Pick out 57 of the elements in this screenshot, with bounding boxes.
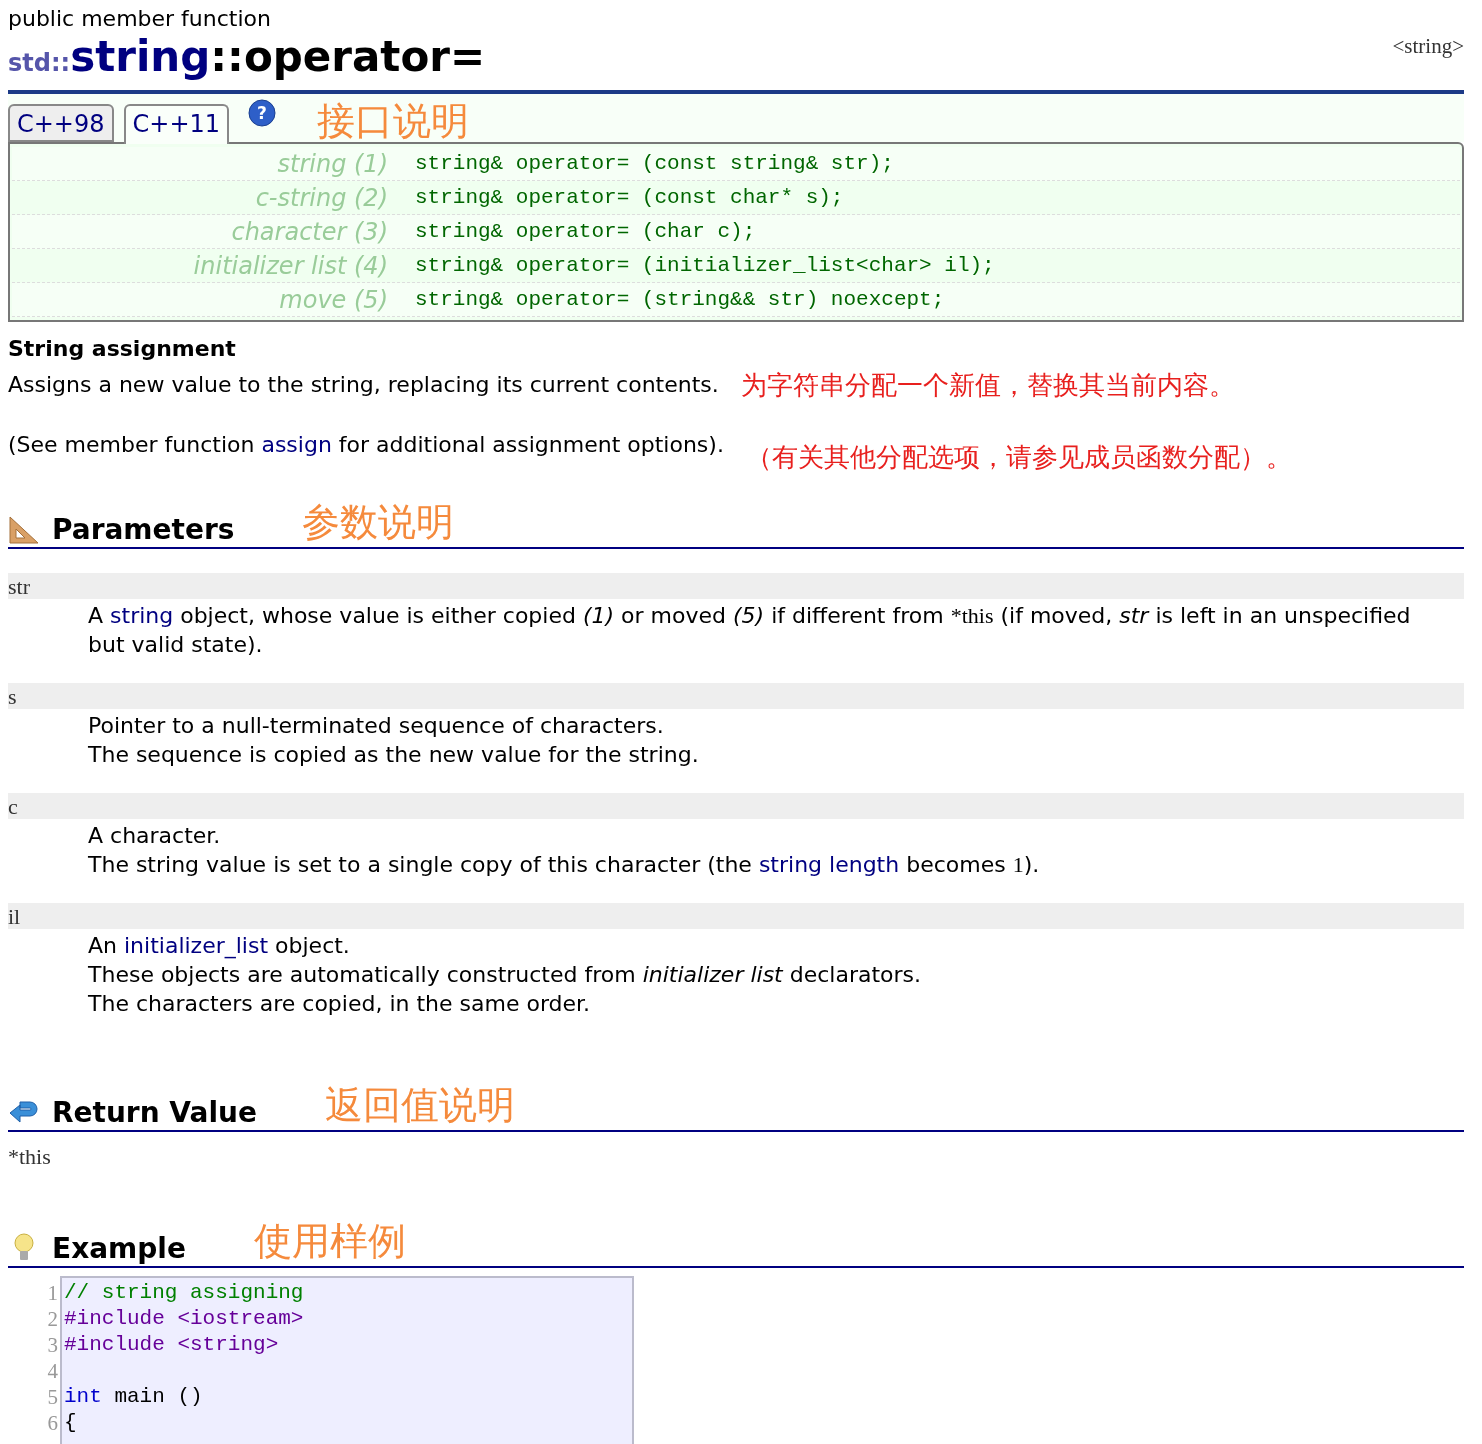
parameter-description: The string value is set to a single copy of this character (the string length becomes 1). [88,851,1041,879]
translation-text: 为字符串分配一个新值，替换其当前内容。 [740,369,1235,401]
help-icon[interactable]: ? [247,98,278,128]
annotation-text: 参数说明 [302,501,455,543]
parameter-name: il [8,903,1464,929]
parameter-description: The characters are copied, in the same order. [88,990,592,1018]
annotation-text: 接口说明 [317,100,470,142]
line-number: 4 [46,1358,59,1384]
parameter-description: The sequence is copied as the new value for the string. [88,741,700,769]
section-heading: Parameters [52,513,235,547]
code-text: #include <iostream> [64,1307,304,1330]
page-title: std::string::operator= [8,32,486,83]
prototype-label: string (1) [276,149,388,178]
prototype-code: string& operator= (initializer_list<char> il); [415,254,996,277]
section-heading: Example [52,1232,186,1266]
link[interactable]: assign [261,432,332,457]
return-value-text: *this [8,1144,52,1170]
parameter-name: str [8,573,1464,599]
parameter-name: c [8,793,1464,819]
parameter-description: These objects are automatically constructed from initializer list declarators. [88,961,923,989]
prototype-code: string& operator= (string&& str) noexcept; [415,288,946,311]
line-number: 3 [46,1332,59,1358]
prototype-code: string& operator= (const string& str); [415,152,895,175]
header-file-label: <string> [1392,34,1464,59]
line-number: 2 [46,1306,59,1332]
code-text: // string assigning [64,1281,304,1304]
description-text: (See member function assign for additional assignment options). [8,431,724,459]
section-subtitle: String assignment [8,336,237,361]
code-text: #include <string> [64,1333,279,1356]
prototype-code: string& operator= (const char* s); [415,186,845,209]
code-text: int [64,1385,102,1408]
prototype-label: character (3) [230,217,388,246]
line-number: 6 [46,1410,59,1436]
prototype-label: c-string (2) [254,183,388,212]
section-heading: Return Value [52,1096,257,1130]
code-text: main () [113,1385,203,1408]
version-tab[interactable]: C++11 [123,104,230,144]
link[interactable]: string [110,603,174,628]
link[interactable]: initializer_list [124,933,269,958]
code-text: { [64,1411,77,1434]
line-number: 1 [46,1280,59,1306]
prototype-label: initializer list (4) [192,251,388,280]
parameter-name: s [8,683,1464,709]
annotation-text: 返回值说明 [324,1084,515,1126]
parameter-description: An initializer_list object. [88,932,351,960]
translation-text: （有关其他分配选项，请参见成员函数分配）。 [745,441,1292,473]
link[interactable]: string length [758,852,900,877]
parameter-description: A character. [88,822,222,850]
description-text: Assigns a new value to the string, replacing its current contents. [8,371,719,399]
parameter-description: Pointer to a null-terminated sequence of characters. [88,712,665,740]
member-kind-label: public member function [8,6,272,32]
parameter-description: A string object, whose value is either copied (1) or moved (5) if different from *this (if moved, str is left in an unspecified but valid state). [88,602,1412,659]
line-number: 5 [46,1384,59,1410]
prototype-code: string& operator= (char c); [415,220,757,243]
prototype-label: move (5) [278,285,388,314]
annotation-text: 使用样例 [253,1220,406,1262]
version-tab[interactable]: C++98 [8,104,114,142]
